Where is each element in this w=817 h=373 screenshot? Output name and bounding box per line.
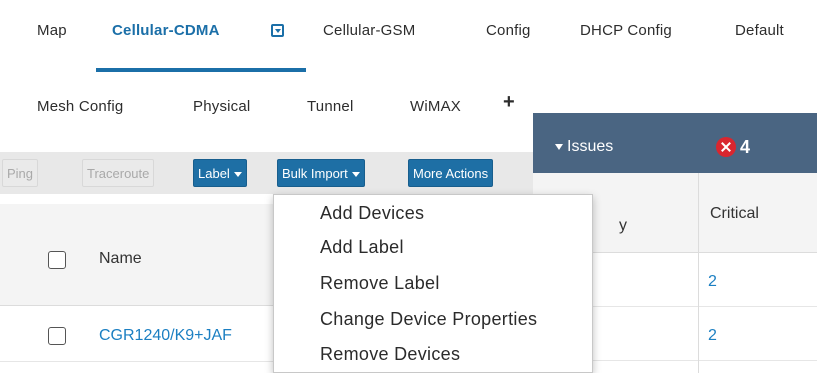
critical-column-header[interactable]: Critical (710, 205, 759, 223)
issues-column-partial-label: y (619, 217, 627, 234)
tab-menu-icon[interactable] (271, 24, 284, 37)
select-all-checkbox[interactable] (48, 251, 66, 269)
column-divider (698, 173, 699, 373)
menu-item-remove-label[interactable]: Remove Label (320, 273, 440, 294)
bulk-import-button[interactable]: Bulk Import (277, 159, 365, 187)
name-column-header[interactable]: Name (99, 250, 142, 268)
tab-default[interactable]: Default (735, 22, 784, 39)
tab-cellular-gsm[interactable]: Cellular-GSM (323, 22, 415, 39)
traceroute-button[interactable]: Traceroute (82, 159, 155, 187)
bulk-import-button-text: Bulk Import (282, 166, 348, 181)
tab-config[interactable]: Config (486, 22, 531, 39)
tab-wimax[interactable]: WiMAX (410, 98, 461, 115)
error-icon (716, 137, 736, 157)
collapse-caret-icon (555, 143, 563, 150)
bulk-import-menu: Add Devices Add Label Remove Label Chang… (273, 194, 593, 373)
menu-item-add-label[interactable]: Add Label (320, 237, 404, 258)
label-button[interactable]: Label (193, 159, 247, 187)
tab-cellular-cdma[interactable]: Cellular-CDMA (112, 22, 220, 39)
issues-title-text: Issues (567, 138, 614, 155)
tab-map[interactable]: Map (37, 22, 67, 39)
tab-mesh-config[interactable]: Mesh Config (37, 98, 123, 115)
issues-count: 4 (740, 137, 751, 157)
issues-title[interactable]: Issues (555, 138, 613, 156)
tab-tunnel[interactable]: Tunnel (307, 98, 354, 115)
label-button-text: Label (198, 166, 230, 181)
more-actions-button[interactable]: More Actions (408, 159, 494, 187)
device-name-link[interactable]: CGR1240/K9+JAF (99, 327, 232, 345)
critical-count-link[interactable]: 2 (708, 273, 717, 291)
ping-button[interactable]: Ping (2, 159, 39, 187)
menu-item-change-device-properties[interactable]: Change Device Properties (320, 309, 537, 330)
menu-item-remove-devices[interactable]: Remove Devices (320, 344, 460, 365)
tab-physical[interactable]: Physical (193, 98, 250, 115)
add-tab-plus-icon[interactable]: + (503, 92, 515, 112)
tab-bar-row-1: Map Cellular-CDMA Cellular-GSM Config DH… (0, 0, 817, 72)
critical-count-link[interactable]: 2 (708, 327, 717, 345)
menu-item-add-devices[interactable]: Add Devices (320, 203, 424, 224)
active-tab-indicator (96, 68, 306, 72)
tab-dhcp-config[interactable]: DHCP Config (580, 22, 672, 39)
caret-down-icon (351, 172, 360, 178)
caret-down-icon (233, 172, 242, 178)
issues-header[interactable]: Issues 4 (533, 113, 817, 173)
row-checkbox[interactable] (48, 327, 66, 345)
